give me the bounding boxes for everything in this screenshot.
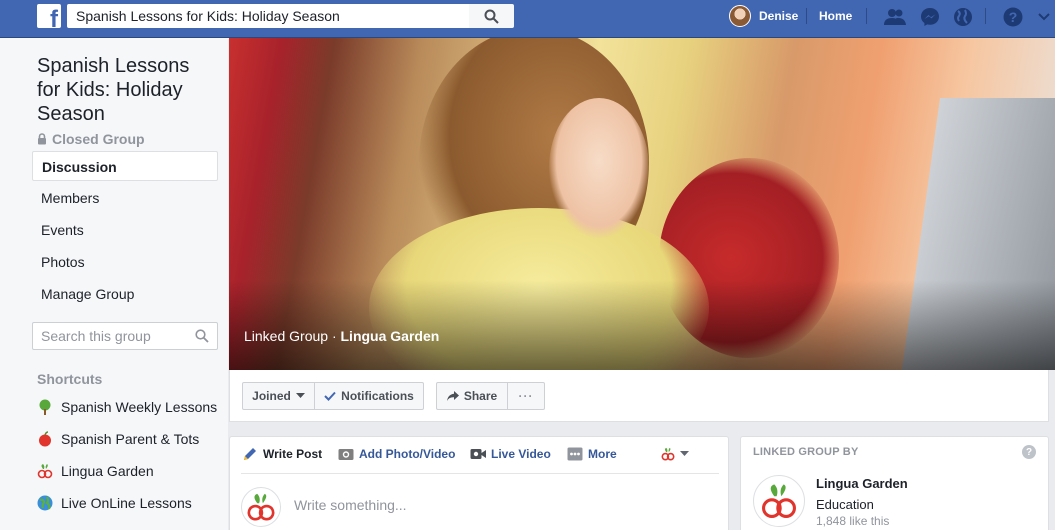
facebook-logo-icon[interactable]: f <box>37 4 61 28</box>
post-composer: Write Post Add Photo/Video Live Video Mo… <box>229 436 729 530</box>
help-icon[interactable]: ? <box>1002 6 1024 28</box>
tab-label: Add Photo/Video <box>359 447 456 461</box>
profile-name: Denise <box>759 9 799 23</box>
divider <box>806 8 807 24</box>
card-heading: LINKED GROUP BY <box>753 446 859 458</box>
apple-icon <box>37 431 53 447</box>
nav-events[interactable]: Events <box>32 215 218 245</box>
search-icon[interactable] <box>195 329 209 343</box>
share-arrow-icon <box>446 390 459 401</box>
shortcut-label: Live OnLine Lessons <box>61 495 192 511</box>
avatar <box>241 487 281 527</box>
lingua-garden-logo-icon <box>37 463 53 479</box>
lock-icon <box>38 133 46 145</box>
divider <box>866 8 867 24</box>
more-options-button[interactable]: ··· <box>507 382 545 410</box>
notifications-label: Notifications <box>341 389 414 403</box>
globe-icon[interactable] <box>952 6 974 28</box>
nav-discussion[interactable]: Discussion <box>32 151 218 181</box>
pencil-icon <box>244 448 256 460</box>
divider <box>985 8 986 24</box>
group-search-input[interactable] <box>33 323 183 349</box>
shortcut-spanish-weekly-lessons[interactable]: Spanish Weekly Lessons <box>37 397 217 417</box>
lingua-garden-logo-icon <box>762 484 796 518</box>
check-icon <box>324 391 336 401</box>
linked-page-likes: 1,848 like this <box>816 514 890 528</box>
joined-label: Joined <box>252 389 291 403</box>
cover-gradient <box>229 280 1055 370</box>
top-navigation-bar: f Spanish Lessons for Kids: Holiday Seas… <box>0 0 1055 38</box>
share-button[interactable]: Share <box>436 382 508 410</box>
cover-photo[interactable]: Linked Group · Lingua Garden <box>229 38 1055 370</box>
help-icon[interactable]: ? <box>1022 445 1036 459</box>
video-camera-icon <box>470 449 486 459</box>
tab-add-photo-video[interactable]: Add Photo/Video <box>338 445 455 463</box>
linked-page-category: Education <box>816 497 874 512</box>
search-icon <box>484 9 499 24</box>
home-link[interactable]: Home <box>819 4 852 28</box>
chevron-down-icon <box>680 451 689 456</box>
shortcut-label: Spanish Parent & Tots <box>61 431 200 447</box>
global-search-input[interactable]: Spanish Lessons for Kids: Holiday Season <box>67 4 469 28</box>
shortcut-lingua-garden[interactable]: Lingua Garden <box>37 461 154 481</box>
post-text-input[interactable]: Write something... <box>294 497 407 513</box>
shortcut-label: Spanish Weekly Lessons <box>61 399 218 415</box>
tab-label: Live Video <box>491 447 551 461</box>
tree-icon <box>37 399 53 415</box>
group-action-bar: Joined Notifications Share ··· <box>229 370 1049 422</box>
more-grid-icon <box>567 447 583 461</box>
nav-members[interactable]: Members <box>32 183 218 213</box>
group-title[interactable]: Spanish Lessons for Kids: Holiday Season <box>37 54 207 126</box>
linked-group-caption: Linked Group · Lingua Garden <box>244 328 439 344</box>
tab-write-post[interactable]: Write Post <box>242 445 322 463</box>
camera-icon <box>338 449 354 460</box>
tab-more[interactable]: More <box>567 445 617 463</box>
lingua-garden-avatar[interactable] <box>753 475 805 527</box>
chevron-down-icon <box>295 393 305 398</box>
lingua-garden-logo-icon <box>247 493 275 521</box>
notifications-button[interactable]: Notifications <box>314 382 424 410</box>
svg-text:?: ? <box>1009 9 1018 25</box>
cover-art <box>549 98 649 238</box>
caption-prefix: Linked Group · <box>244 328 341 344</box>
tab-live-video[interactable]: Live Video <box>470 445 551 463</box>
nav-manage-group[interactable]: Manage Group <box>32 279 218 309</box>
privacy-label: Closed Group <box>37 131 145 147</box>
share-label: Share <box>463 389 498 403</box>
profile-link[interactable]: Denise <box>729 4 798 28</box>
avatar <box>729 5 751 27</box>
privacy-text: Closed Group <box>52 131 145 147</box>
messenger-icon[interactable] <box>919 6 941 28</box>
earth-icon <box>37 495 53 511</box>
shortcut-spanish-parent-tots[interactable]: Spanish Parent & Tots <box>37 429 199 449</box>
shortcut-label: Lingua Garden <box>61 463 154 479</box>
linked-group-card: LINKED GROUP BY ? Lingua Garden Educatio… <box>740 436 1049 530</box>
lingua-garden-logo-icon <box>661 447 675 461</box>
shortcut-live-online-lessons[interactable]: Live OnLine Lessons <box>37 493 192 513</box>
friends-icon[interactable] <box>884 6 906 28</box>
nav-photos[interactable]: Photos <box>32 247 218 277</box>
joined-button[interactable]: Joined <box>242 382 315 410</box>
linked-page-name[interactable]: Lingua Garden <box>816 476 908 491</box>
divider <box>241 473 719 474</box>
linked-group-link[interactable]: Lingua Garden <box>341 328 440 344</box>
search-button[interactable] <box>469 4 514 28</box>
shortcuts-heading: Shortcuts <box>37 371 103 387</box>
post-as-selector[interactable] <box>661 445 689 463</box>
tab-label: More <box>588 447 617 461</box>
group-search-box <box>32 322 218 350</box>
account-menu-icon[interactable] <box>1033 6 1055 28</box>
tab-label: Write Post <box>263 447 323 461</box>
